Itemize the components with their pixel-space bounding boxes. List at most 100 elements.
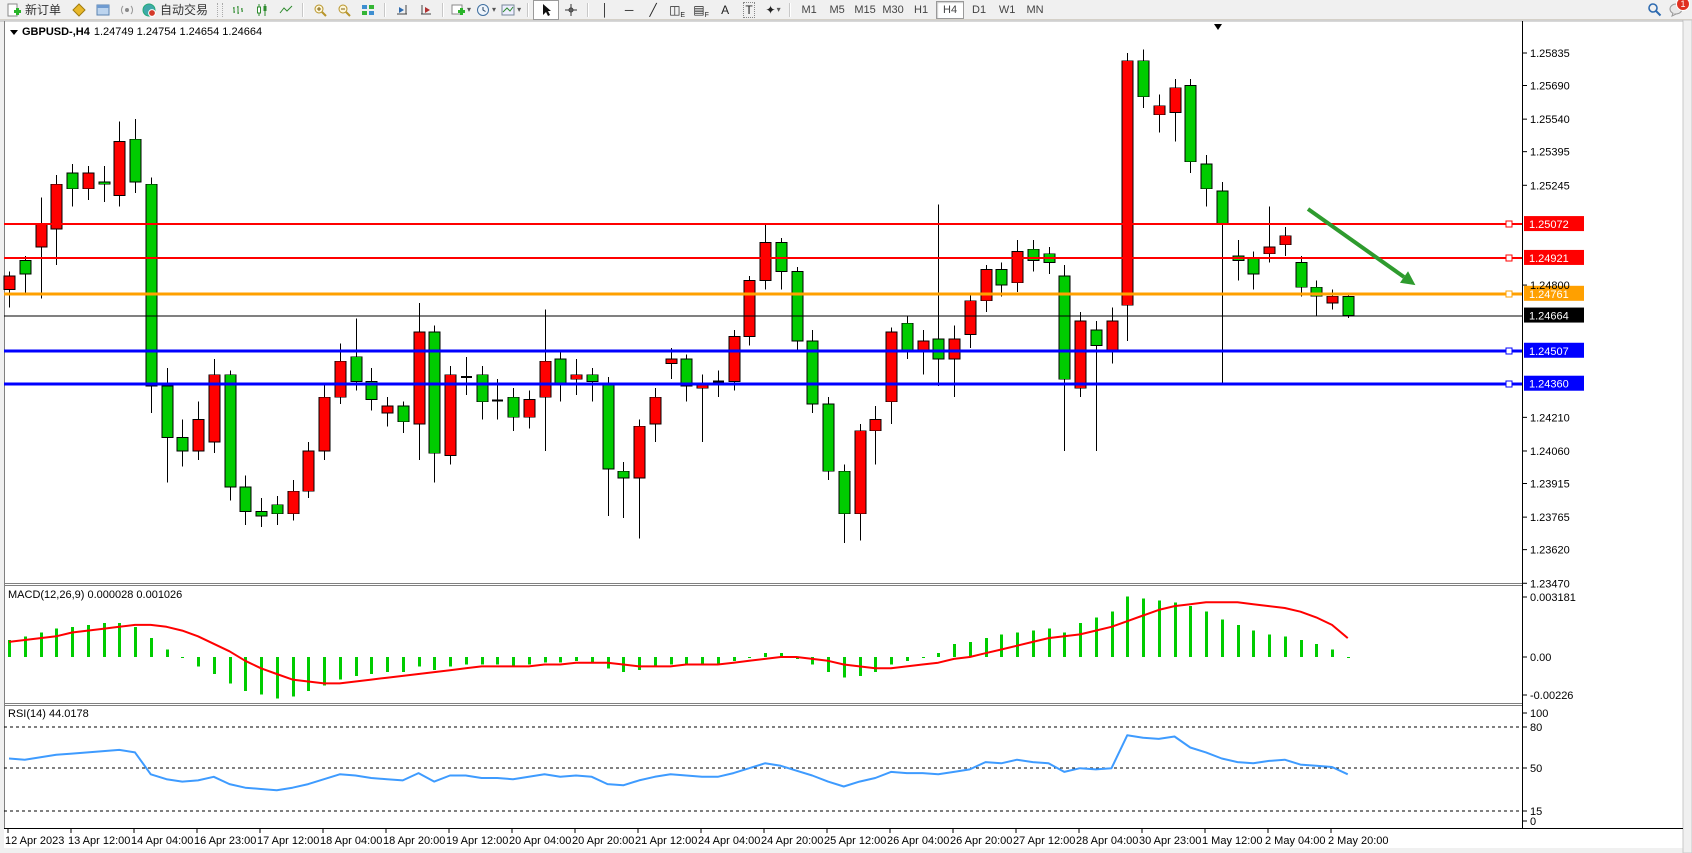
market-watch-button[interactable] (91, 1, 115, 19)
metaeditor-button[interactable] (67, 1, 91, 19)
tf-m1-button[interactable]: M1 (796, 2, 822, 18)
time-tick-label: 1 May 12:00 (1202, 835, 1263, 847)
toolbar-grip (217, 3, 223, 17)
notifications-button[interactable]: 1 (1668, 2, 1684, 18)
time-tick-label: 14 Apr 04:00 (131, 835, 193, 847)
ohlc-values-label: 1.24749 1.24754 1.24654 1.24664 (94, 26, 262, 38)
line-handle[interactable] (1506, 255, 1512, 261)
crosshair-icon (563, 2, 579, 18)
tf-h4-button[interactable]: H4 (936, 1, 964, 19)
new-order-label: 新订单 (25, 1, 61, 18)
price-tick-label: 1.25245 (1530, 180, 1570, 192)
tf-w1-button[interactable]: W1 (994, 2, 1020, 18)
price-badge-label: 1.24360 (1529, 379, 1569, 391)
indicators-button[interactable]: ▾ (448, 1, 473, 19)
market-watch-icon (95, 2, 111, 18)
templates-button[interactable]: ▾ (498, 1, 523, 19)
new-order-icon (6, 2, 22, 18)
tile-windows-button[interactable] (356, 1, 380, 19)
toolbar-separator (789, 3, 791, 17)
time-tick-label: 13 Apr 12:00 (68, 835, 130, 847)
dropdown-caret-icon: ▾ (467, 5, 471, 14)
shapes-icon: ✦ (766, 3, 776, 17)
time-tick-label: 19 Apr 12:00 (446, 835, 508, 847)
tf-m30-button[interactable]: M30 (880, 2, 906, 18)
line-handle[interactable] (1506, 221, 1512, 227)
macd-axis-label: 0.003181 (1530, 592, 1576, 604)
cursor-button[interactable] (533, 0, 559, 20)
time-tick-label: 24 Apr 04:00 (698, 835, 760, 847)
macd-axis-label: 0.00 (1530, 652, 1551, 664)
main-toolbar: 新订单 自动交易 (0, 0, 1692, 20)
metaeditor-icon (71, 2, 87, 18)
tf-m15-button[interactable]: M15 (852, 2, 878, 18)
chart-shift-button[interactable] (414, 1, 438, 19)
trendline-icon: ╱ (649, 3, 656, 17)
time-tick-label: 30 Apr 23:00 (1139, 835, 1201, 847)
right-edge-strip (1683, 20, 1692, 853)
collapse-triangle-icon[interactable] (10, 30, 18, 35)
signals-button[interactable] (115, 1, 139, 19)
zoom-in-button[interactable] (308, 1, 332, 19)
bar-chart-button[interactable] (226, 1, 250, 19)
channel-button[interactable]: ◫E (665, 1, 689, 19)
autotrading-button[interactable]: 自动交易 (139, 1, 214, 19)
rsi-indicator-label: RSI(14) 44.0178 (8, 708, 89, 720)
rsi-axis-label: 100 (1530, 708, 1548, 720)
vertical-line-button[interactable]: │ (593, 1, 617, 19)
tf-mn-button[interactable]: MN (1022, 2, 1048, 18)
crosshair-button[interactable] (559, 1, 583, 19)
macd-axis-label: -0.00226 (1530, 690, 1573, 702)
symbol-period-label: GBPUSD-,H4 (22, 26, 90, 38)
cursor-icon (538, 2, 554, 18)
shapes-button[interactable]: ✦▾ (761, 1, 785, 19)
indicators-icon (450, 2, 466, 18)
zoom-out-button[interactable] (332, 1, 356, 19)
notification-badge: 1 (1676, 0, 1690, 11)
fibonacci-icon: ▤ (693, 3, 704, 17)
time-tick-label: 21 Apr 12:00 (635, 835, 697, 847)
price-tick-label: 1.23915 (1530, 478, 1570, 490)
price-tick-label: 1.23470 (1530, 578, 1570, 590)
toolbar-separator (442, 3, 444, 17)
template-icon (500, 2, 516, 18)
price-tick-label: 1.25540 (1530, 114, 1570, 126)
price-tick-label: 1.24060 (1530, 446, 1570, 458)
line-handle[interactable] (1506, 291, 1512, 297)
price-badge-label: 1.25072 (1529, 219, 1569, 231)
time-tick-label: 18 Apr 20:00 (383, 835, 445, 847)
candlestick-chart-button[interactable] (250, 1, 274, 19)
search-icon[interactable] (1646, 2, 1662, 18)
time-tick-label: 2 May 04:00 (1265, 835, 1326, 847)
dropdown-caret-icon: ▾ (492, 5, 496, 14)
text-label-button[interactable]: T (737, 1, 761, 19)
text-label-icon: T (743, 2, 754, 18)
tf-m5-button[interactable]: M5 (824, 2, 850, 18)
time-tick-label: 26 Apr 04:00 (887, 835, 949, 847)
tf-d1-button[interactable]: D1 (966, 2, 992, 18)
text-button[interactable]: A (713, 1, 737, 19)
new-order-button[interactable]: 新订单 (4, 1, 67, 19)
fibonacci-button[interactable]: ▤F (689, 1, 713, 19)
horizontal-line-button[interactable]: ─ (617, 1, 641, 19)
bar-chart-icon (230, 2, 246, 18)
auto-scroll-button[interactable] (390, 1, 414, 19)
tf-h1-button[interactable]: H1 (908, 2, 934, 18)
rsi-axis-label: 80 (1530, 722, 1542, 734)
channel-icon: ◫ (669, 3, 680, 17)
mt4-window: 新订单 自动交易 (0, 0, 1692, 853)
periods-button[interactable]: ▾ (473, 1, 498, 19)
price-tick-label: 1.23765 (1530, 512, 1570, 524)
candlestick-chart-icon (254, 2, 270, 18)
time-tick-label: 17 Apr 12:00 (257, 835, 319, 847)
chart-canvas[interactable]: 1.258351.256901.255401.253951.252451.248… (0, 0, 1692, 853)
clock-icon (475, 2, 491, 18)
line-chart-button[interactable] (274, 1, 298, 19)
chart-bg (4, 21, 1683, 848)
line-handle[interactable] (1506, 381, 1512, 387)
trendline-button[interactable]: ╱ (641, 1, 665, 19)
line-handle[interactable] (1506, 348, 1512, 354)
price-badge-label: 1.24664 (1529, 311, 1569, 323)
line-chart-icon (278, 2, 294, 18)
macd-indicator-label: MACD(12,26,9) 0.000028 0.001026 (8, 589, 182, 601)
